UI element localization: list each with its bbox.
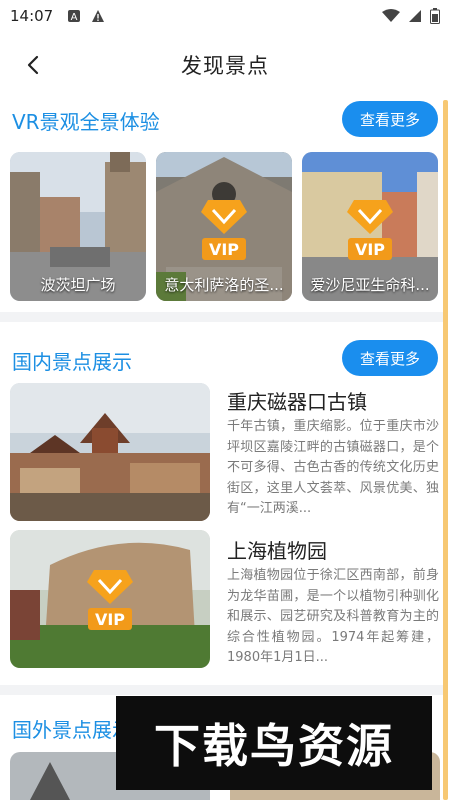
vr-card-label: 波茨坦广场 (40, 276, 116, 294)
section-divider (0, 685, 443, 695)
status-bar: 14:07 A (0, 0, 450, 32)
domestic-item-description: 上海植物园位于徐汇区西南部，前身为龙华苗圃，是一个以植物引种驯化和展示、园艺研究… (227, 568, 439, 665)
vr-card-label: 意大利萨洛的圣... (164, 276, 284, 294)
scroll-indicator (443, 100, 448, 800)
domestic-item-image[interactable]: VIP (10, 530, 210, 668)
page-title: 发现景点 (181, 54, 269, 78)
vip-text: VIP (209, 240, 239, 259)
vip-text: VIP (355, 240, 385, 259)
warning-icon (92, 10, 105, 22)
watermark-text: 下载鸟资源 (154, 719, 394, 773)
svg-text:A: A (71, 12, 78, 23)
domestic-item-description: 千年古镇，重庆缩影。位于重庆市沙坪坝区嘉陵江畔的古镇磁器口，是个不可多得、古色古… (227, 419, 439, 516)
vr-card-label: 爱沙尼亚生命科... (310, 276, 430, 294)
vr-card-estonia[interactable]: VIP 爱沙尼亚生命科... (302, 152, 438, 301)
vip-diamond-icon: VIP (347, 200, 393, 260)
domestic-item-title[interactable]: 重庆磁器口古镇 (227, 386, 367, 415)
vip-text: VIP (95, 610, 125, 629)
section-divider (0, 312, 443, 322)
vr-more-button[interactable]: 查看更多 (342, 101, 438, 137)
wifi-icon (382, 9, 400, 22)
domestic-item-image[interactable] (10, 383, 210, 521)
domestic-section-title: 国内景点展示 (12, 350, 132, 374)
battery-icon (430, 8, 440, 24)
vr-section-title: VR景观全景体验 (12, 110, 160, 134)
domestic-more-button[interactable]: 查看更多 (342, 340, 438, 376)
vip-diamond-icon: VIP (87, 570, 133, 630)
vr-card-potsdamer-platz[interactable]: 波茨坦广场 (10, 152, 146, 301)
overseas-section-title: 国外景点展示 (12, 718, 132, 742)
page-header: 发现景点 (0, 40, 450, 90)
vr-card-salo[interactable]: VIP 意大利萨洛的圣... (156, 152, 292, 301)
vip-diamond-icon: VIP (201, 200, 247, 260)
domestic-item-title[interactable]: 上海植物园 (227, 535, 327, 564)
back-icon[interactable] (22, 53, 46, 77)
status-time: 14:07 (10, 7, 54, 25)
notification-a-icon: A (68, 10, 81, 23)
signal-icon (409, 10, 421, 22)
watermark-overlay: 下载鸟资源 (116, 696, 432, 790)
